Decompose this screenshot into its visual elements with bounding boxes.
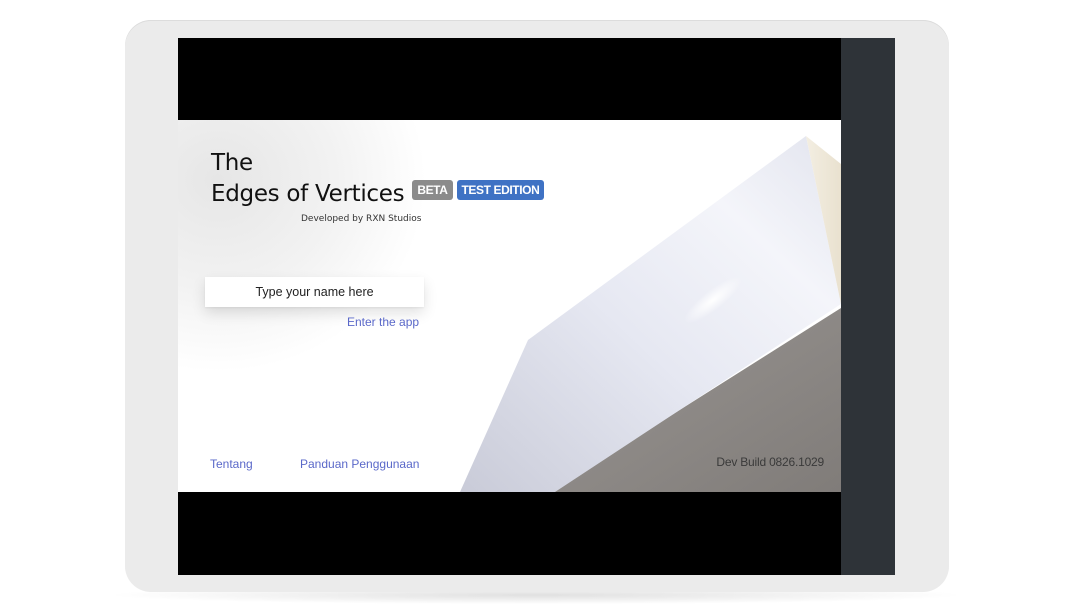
app-title-line-2: Edges of Vertices bbox=[211, 181, 405, 207]
enter-app-link[interactable]: Enter the app bbox=[347, 315, 419, 329]
about-link[interactable]: Tentang bbox=[210, 457, 253, 471]
build-version-label: Dev Build 0826.1029 bbox=[716, 455, 824, 469]
name-input[interactable] bbox=[205, 277, 424, 307]
title-block: The Edges of Vertices BETA TEST EDITION bbox=[211, 148, 545, 210]
letterbox-bottom bbox=[178, 492, 841, 575]
app-landing-view: The Edges of Vertices BETA TEST EDITION … bbox=[178, 120, 841, 492]
beta-badge: BETA bbox=[412, 179, 453, 200]
user-guide-link[interactable]: Panduan Penggunaan bbox=[300, 457, 419, 471]
test-edition-badge: TEST EDITION bbox=[456, 179, 545, 200]
letterbox-top bbox=[178, 38, 841, 120]
app-title-line-1: The bbox=[211, 150, 253, 176]
right-side-panel bbox=[841, 38, 895, 575]
developer-credit: Developed by RXN Studios bbox=[301, 214, 422, 224]
title-row: Edges of Vertices BETA TEST EDITION bbox=[211, 179, 545, 210]
device-screen: The Edges of Vertices BETA TEST EDITION … bbox=[178, 38, 895, 575]
